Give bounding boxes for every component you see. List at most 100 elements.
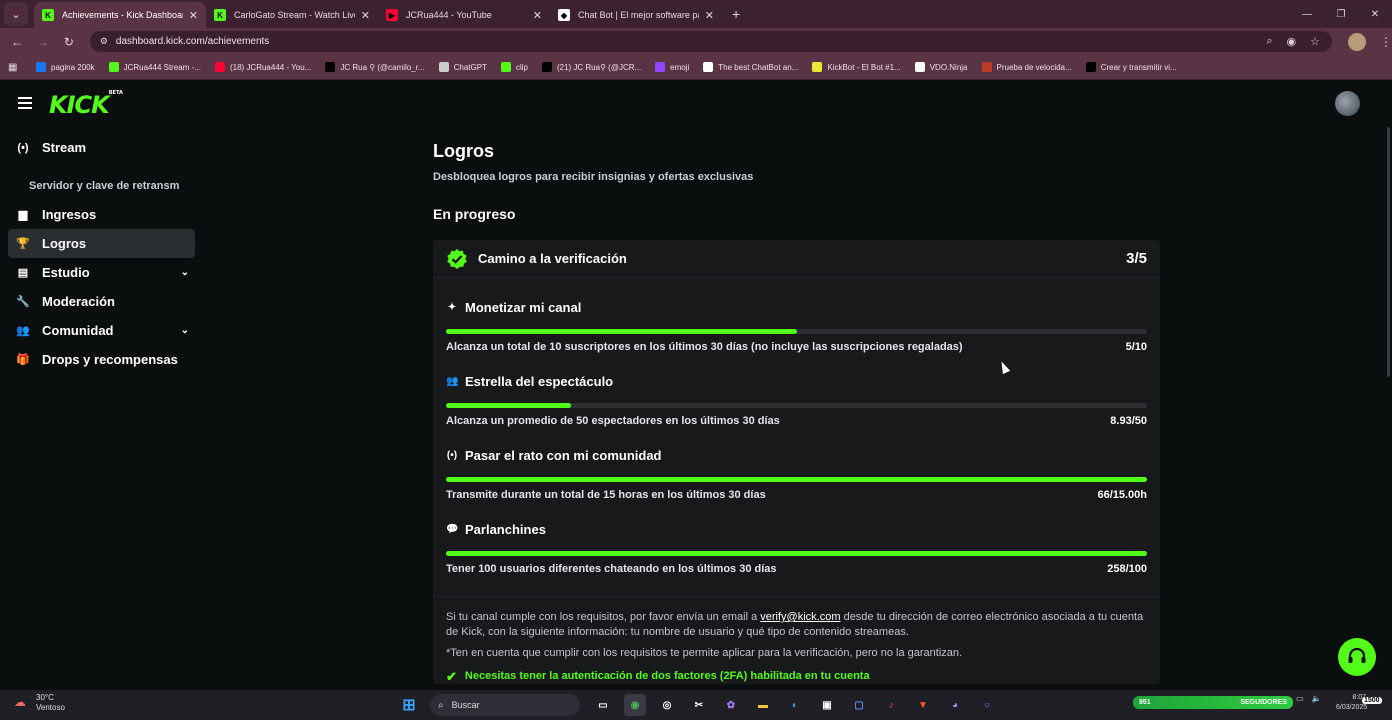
apps-grid-icon[interactable]: ▦: [8, 62, 22, 73]
browser-tab[interactable]: ◆ Chat Bot | El mejor software pa ✕: [550, 2, 722, 28]
taskbar-clock[interactable]: 8:07 6/03/2025: [1336, 693, 1367, 713]
sidebar-item-label: Ingresos: [42, 207, 97, 222]
user-avatar[interactable]: [1335, 91, 1360, 116]
kick-dashboard-page: KICKBETA (•) Stream Servidor y clave de re…: [0, 81, 1392, 690]
sidebar-item-moderacion[interactable]: 🔧 Moderación: [8, 287, 195, 316]
bookmark-item[interactable]: (21) JC Rua⚲ (@JCR...: [541, 62, 641, 72]
obs-icon[interactable]: ◎: [656, 694, 678, 716]
sidebar-item-label: Moderación: [42, 294, 115, 309]
bookmark-star-icon[interactable]: ☆: [1310, 35, 1320, 48]
bookmark-item[interactable]: The best ChatBot an...: [703, 62, 798, 72]
volume-icon[interactable]: 🔈: [1312, 694, 1322, 703]
browser-tab[interactable]: ▶ JCRua444 - YouTube ✕: [378, 2, 550, 28]
tracking-protection-icon[interactable]: ◉: [1287, 35, 1297, 48]
sidebar-item-stream[interactable]: (•) Stream: [8, 133, 195, 162]
url-bar[interactable]: ⚙ dashboard.kick.com/achievements ⌕ ◉ ☆: [89, 31, 1333, 52]
bookmark-item[interactable]: clip: [500, 62, 528, 72]
close-window-button[interactable]: ✕: [1358, 0, 1392, 28]
clip-icon: [500, 62, 511, 72]
maximize-button[interactable]: ❐: [1324, 0, 1358, 28]
sidebar-item-label: Stream: [42, 140, 87, 155]
support-chat-button[interactable]: [1338, 638, 1376, 676]
card-title: Camino a la verificación: [478, 251, 627, 266]
weather-temp: 30°C: [36, 693, 54, 702]
forward-button[interactable]: →: [30, 35, 56, 49]
chevron-down-icon[interactable]: ⌄: [181, 267, 189, 278]
zoom-icon[interactable]: ⌕: [1266, 35, 1272, 48]
bookmark-label: (18) JCRua444 - You...: [229, 62, 312, 72]
kick-icon: [108, 62, 119, 72]
browser-menu-button[interactable]: ⋮: [1380, 35, 1392, 49]
tiktok-icon[interactable]: ♪: [880, 694, 902, 716]
achievement-title: Pasar el rato con mi comunidad: [465, 448, 662, 463]
discord-icon[interactable]: ◕: [944, 694, 966, 716]
sidebar-item-ingresos[interactable]: ▆ Ingresos: [8, 200, 195, 229]
bookmark-label: Prueba de velocida...: [996, 62, 1072, 72]
reload-button[interactable]: ↻: [56, 35, 82, 49]
bookmark-item[interactable]: KickBot - El Bot #1...: [812, 62, 901, 72]
weather-widget[interactable]: ☁ 30°C Ventoso: [14, 693, 65, 713]
weather-icon: ☁: [14, 695, 26, 709]
sidebar-item-estudio[interactable]: ▤ Estudio ⌄: [8, 258, 195, 287]
minimize-button[interactable]: —: [1290, 0, 1324, 28]
youtube-icon: [214, 62, 225, 72]
bookmark-item[interactable]: Prueba de velocida...: [981, 62, 1072, 72]
bookmark-item[interactable]: pagina 200k: [36, 62, 95, 72]
bookmark-item[interactable]: JCRua444 Stream -...: [108, 62, 201, 72]
chatbot-icon: [703, 62, 714, 72]
windows-taskbar: ☁ 30°C Ventoso ⊞ ⌕ Buscar ▭ ◉ ◎ ✂ ✿ ▬ ◐ ▣ …: [0, 690, 1392, 720]
card-header[interactable]: Camino a la verificación 3/5: [433, 240, 1160, 278]
profile-avatar-button[interactable]: [1348, 32, 1366, 51]
notification-badge[interactable]: 1500: [1362, 697, 1382, 704]
monitor-icon[interactable]: ▭: [1296, 694, 1304, 703]
sidebar-item-servidor[interactable]: Servidor y clave de retransm: [8, 171, 195, 200]
file-explorer-icon[interactable]: ▬: [752, 694, 774, 716]
browser-tab[interactable]: K CarloGato Stream - Watch Live ✕: [206, 2, 378, 28]
bookmark-item[interactable]: emoji: [655, 62, 689, 72]
new-tab-button[interactable]: +: [732, 6, 740, 22]
bookmark-item[interactable]: ChatGPT: [438, 62, 487, 72]
trophy-icon: 🏆: [16, 238, 30, 250]
sidebar-item-drops[interactable]: 🎁 Drops y recompensas: [8, 345, 195, 374]
verification-card: Camino a la verificación 3/5 ✦ Monetizar …: [433, 240, 1160, 684]
verify-email-link[interactable]: verify@kick.com: [760, 611, 840, 623]
browser-tab[interactable]: K Achievements - Kick Dashboard ✕: [34, 2, 206, 28]
bookmark-item[interactable]: (18) JCRua444 - You...: [214, 62, 312, 72]
bookmark-item[interactable]: JC Rua ⚲ (@camilo_r...: [325, 62, 425, 72]
verification-note: Si tu canal cumple con los requisitos, p…: [433, 596, 1160, 684]
chatgpt-icon: [438, 62, 449, 72]
close-tab-icon[interactable]: ✕: [533, 9, 542, 22]
taskbar-search[interactable]: ⌕ Buscar: [430, 694, 580, 716]
brave-icon[interactable]: ▼: [912, 694, 934, 716]
dashboard-sidebar: (•) Stream Servidor y clave de retransm ▆ In…: [8, 133, 195, 374]
youtube-icon: ▶: [386, 9, 398, 21]
achievements-content: Logros Desbloquea logros para recibir in…: [433, 141, 1160, 684]
cortana-icon[interactable]: ○: [976, 694, 998, 716]
app-blue-icon[interactable]: ▢: [848, 694, 870, 716]
achievement-title: Monetizar mi canal: [465, 300, 582, 315]
bookmark-item[interactable]: Crear y transmitir vi...: [1085, 62, 1177, 72]
browser-tab-bar: ⌄ K Achievements - Kick Dashboard ✕ K CarloG…: [0, 0, 1392, 28]
sidebar-item-comunidad[interactable]: 👥 Comunidad ⌄: [8, 316, 195, 345]
hamburger-menu-icon[interactable]: [18, 97, 32, 112]
bookmark-label: JC Rua ⚲ (@camilo_r...: [340, 62, 425, 72]
chrome-icon[interactable]: ◉: [624, 694, 646, 716]
capcut-icon[interactable]: ✂: [688, 694, 710, 716]
close-tab-icon[interactable]: ✕: [361, 9, 370, 22]
copilot-icon[interactable]: ✿: [720, 694, 742, 716]
kick-logo[interactable]: KICKBETA: [49, 90, 123, 119]
chevron-down-icon[interactable]: ⌄: [181, 325, 189, 336]
back-button[interactable]: ←: [4, 35, 30, 49]
windows-start-icon[interactable]: ⊞: [398, 694, 420, 716]
close-tab-icon[interactable]: ✕: [189, 9, 198, 22]
tab-search-button[interactable]: ⌄: [4, 2, 28, 26]
edge-icon[interactable]: ◐: [784, 694, 806, 716]
bookmark-label: VDO.Ninja: [929, 62, 968, 72]
page-scrollbar[interactable]: [1384, 127, 1392, 377]
site-info-icon[interactable]: ⚙: [100, 36, 108, 47]
sidebar-item-logros[interactable]: 🏆 Logros: [8, 229, 195, 258]
bookmark-item[interactable]: VDO.Ninja: [914, 62, 968, 72]
store-icon[interactable]: ▣: [816, 694, 838, 716]
close-tab-icon[interactable]: ✕: [705, 9, 714, 22]
task-view-icon[interactable]: ▭: [592, 694, 614, 716]
